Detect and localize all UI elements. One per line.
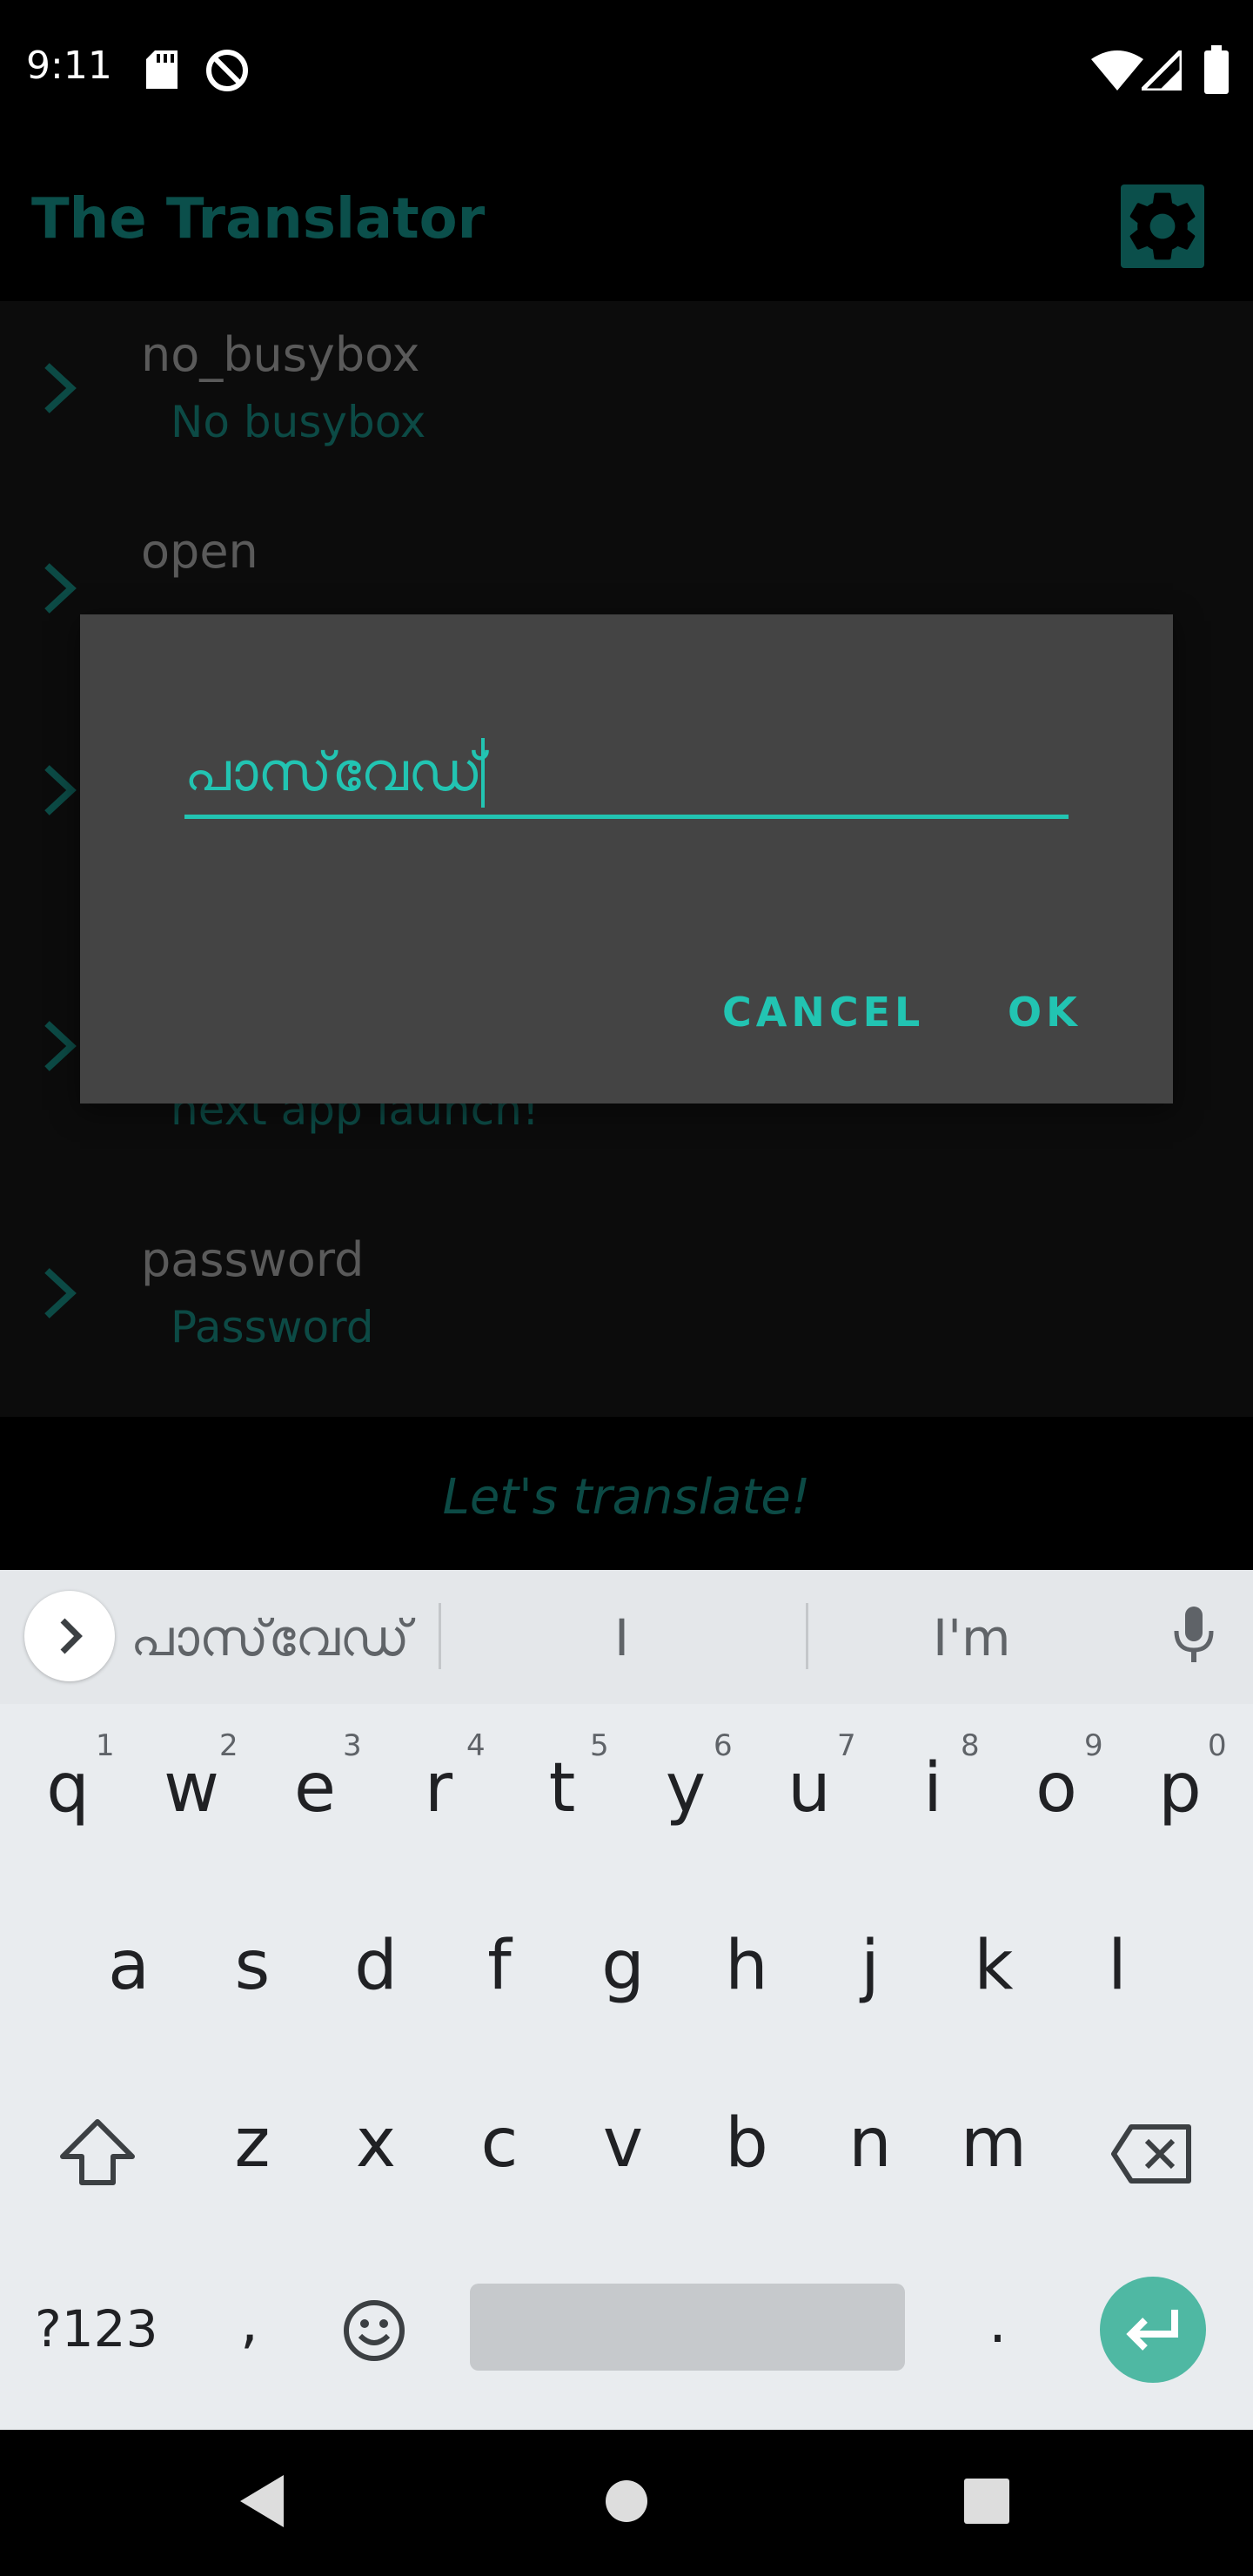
- suggestion[interactable]: പാസ്‌വേഡ്: [131, 1608, 410, 1668]
- key-hint: 9: [1084, 1728, 1103, 1763]
- input-underline: [184, 815, 1069, 819]
- backspace-icon[interactable]: [1110, 2123, 1194, 2184]
- chevron-right-icon: [44, 563, 77, 614]
- key-v[interactable]: v: [571, 2104, 675, 2183]
- key-m[interactable]: m: [941, 2104, 1046, 2183]
- comma-key[interactable]: ,: [240, 2289, 258, 2356]
- key-s[interactable]: s: [200, 1927, 305, 2005]
- key-hint: 5: [590, 1728, 609, 1763]
- space-key[interactable]: [470, 2284, 905, 2371]
- chevron-right-icon: [60, 1618, 83, 1654]
- home-icon[interactable]: [604, 2479, 649, 2524]
- back-icon[interactable]: [237, 2473, 285, 2529]
- key-c[interactable]: c: [447, 2104, 552, 2183]
- key-hint: 6: [714, 1728, 733, 1763]
- chevron-right-icon: [44, 1021, 77, 1071]
- do-not-disturb-icon: [206, 50, 248, 91]
- divider: [439, 1603, 441, 1669]
- settings-button[interactable]: [1121, 184, 1204, 268]
- key-hint: 7: [837, 1728, 856, 1763]
- key-hint: 2: [219, 1728, 238, 1763]
- period-key[interactable]: .: [988, 2289, 1007, 2356]
- list-item[interactable]: password Password: [0, 1206, 1253, 1406]
- key-hint: 3: [343, 1728, 362, 1763]
- shift-icon[interactable]: [56, 2116, 139, 2190]
- emoji-icon[interactable]: [341, 2298, 407, 2364]
- status-bar: [0, 0, 1253, 148]
- key-hint: 1: [96, 1728, 115, 1763]
- key-hint: 0: [1208, 1728, 1227, 1763]
- key-n[interactable]: n: [818, 2104, 922, 2183]
- key-l[interactable]: l: [1065, 1927, 1169, 2005]
- key-f[interactable]: f: [447, 1927, 552, 2005]
- key-x[interactable]: x: [324, 2104, 428, 2183]
- key-hint: 4: [466, 1728, 486, 1763]
- enter-key[interactable]: [1100, 2277, 1206, 2383]
- list-item-title: password: [141, 1232, 365, 1287]
- chevron-right-icon: [44, 363, 77, 413]
- text-caret: [481, 738, 485, 808]
- key-b[interactable]: b: [694, 2104, 799, 2183]
- microphone-icon[interactable]: [1171, 1607, 1216, 1666]
- cancel-button[interactable]: CANCEL: [722, 989, 924, 1036]
- key-z[interactable]: z: [200, 2104, 305, 2183]
- navigation-bar: [0, 2430, 1253, 2576]
- enter-icon: [1126, 2310, 1178, 2351]
- suggestion[interactable]: I'm: [933, 1608, 1011, 1667]
- sd-card-icon: [146, 50, 178, 89]
- key-g[interactable]: g: [571, 1927, 675, 2005]
- key-d[interactable]: d: [324, 1927, 428, 2005]
- wifi-icon: [1091, 50, 1143, 91]
- key-j[interactable]: j: [818, 1927, 922, 2005]
- password-input[interactable]: പാസ്‌വേഡ്: [184, 740, 483, 804]
- suggestion[interactable]: I: [614, 1608, 629, 1667]
- list-item[interactable]: no_busybox No busybox: [0, 301, 1253, 501]
- list-item-subtitle: Password: [171, 1302, 374, 1352]
- key-hint: 8: [961, 1728, 980, 1763]
- status-time: 9:11: [26, 44, 112, 88]
- expand-toolbar-button[interactable]: [24, 1591, 115, 1681]
- chevron-right-icon: [44, 765, 77, 815]
- symbols-key[interactable]: ?123: [35, 2299, 158, 2358]
- app-title: The Translator: [31, 187, 486, 252]
- chevron-right-icon: [44, 1268, 77, 1318]
- key-a[interactable]: a: [77, 1927, 181, 2005]
- key-h[interactable]: h: [694, 1927, 799, 2005]
- list-item-title: open: [141, 524, 258, 579]
- recents-icon[interactable]: [964, 2479, 1009, 2524]
- ok-button[interactable]: OK: [1008, 989, 1082, 1036]
- key-k[interactable]: k: [941, 1927, 1046, 2005]
- signal-icon: [1142, 50, 1182, 91]
- list-item-title: no_busybox: [141, 327, 420, 382]
- divider: [806, 1603, 808, 1669]
- battery-icon: [1204, 45, 1229, 94]
- translate-button[interactable]: Let's translate!: [0, 1469, 1253, 1526]
- gear-icon: [1129, 192, 1196, 260]
- list-item-subtitle: No busybox: [171, 397, 426, 447]
